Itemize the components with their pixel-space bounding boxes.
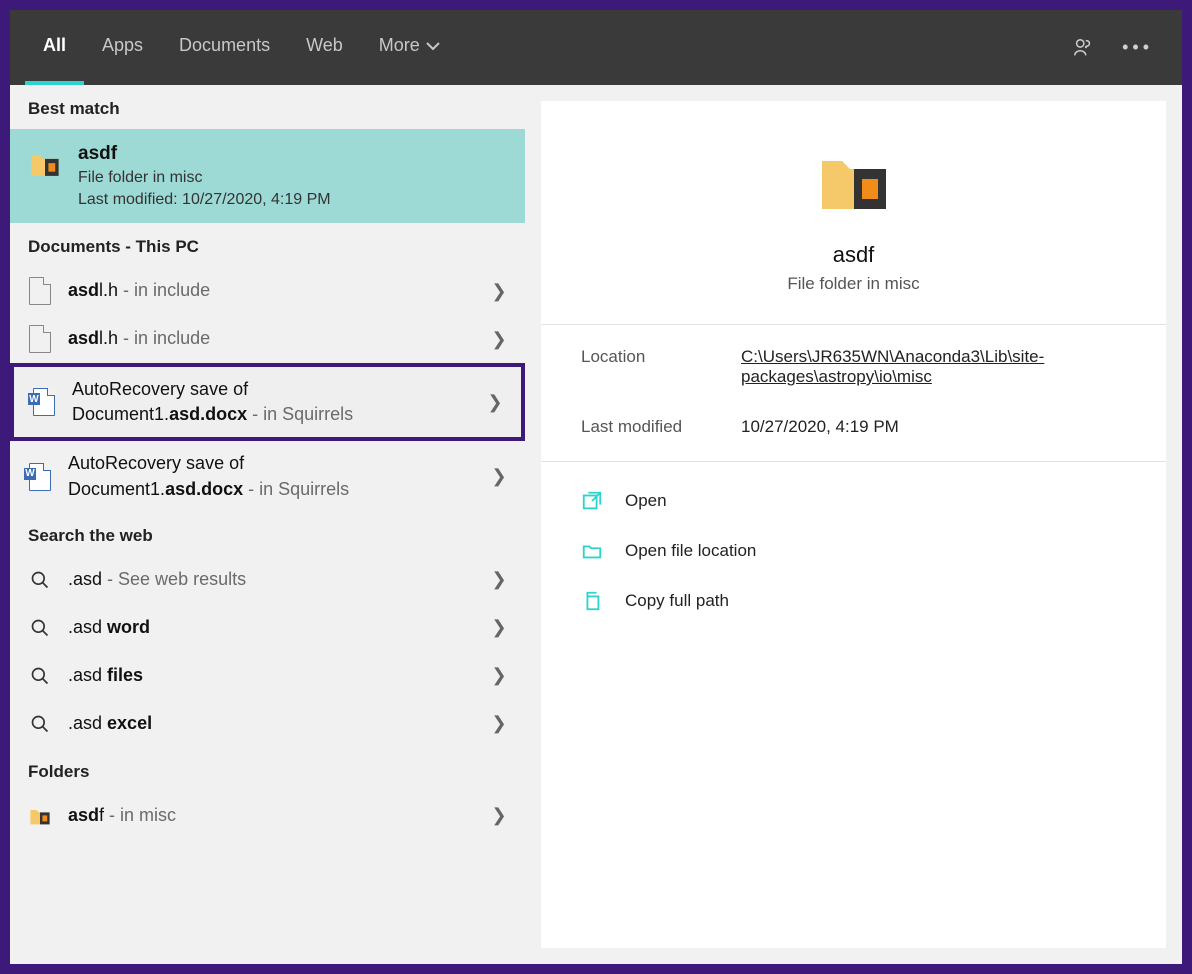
- tab-all[interactable]: All: [25, 10, 84, 85]
- copy-icon: [581, 590, 603, 612]
- result-label: asdl.h - in include: [68, 326, 473, 351]
- best-match-modified: Last modified: 10/27/2020, 4:19 PM: [78, 191, 331, 209]
- section-documents: Documents - This PC: [10, 223, 525, 267]
- tab-more-label: More: [379, 35, 420, 56]
- search-icon: [28, 710, 52, 738]
- modified-value: 10/27/2020, 4:19 PM: [741, 417, 1126, 437]
- file-icon: [28, 277, 52, 305]
- chevron-right-icon[interactable]: ❯: [485, 392, 505, 413]
- result-label: .asd word: [68, 615, 473, 640]
- section-best-match: Best match: [10, 85, 525, 129]
- result-label: asdl.h - in include: [68, 278, 473, 303]
- action-open[interactable]: Open: [581, 476, 1126, 526]
- folder-icon: [28, 147, 62, 181]
- search-icon: [28, 662, 52, 690]
- folder-result-item[interactable]: asdf - in misc ❯: [10, 792, 525, 840]
- location-value[interactable]: C:\Users\JR635WN\Anaconda3\Lib\site-pack…: [741, 347, 1126, 387]
- chevron-right-icon[interactable]: ❯: [489, 329, 509, 350]
- best-match-subtitle: File folder in misc: [78, 169, 331, 187]
- folder-icon: [28, 802, 52, 830]
- result-item[interactable]: asdl.h - in include ❯: [10, 267, 525, 315]
- tab-web[interactable]: Web: [288, 10, 361, 85]
- modified-label: Last modified: [581, 417, 741, 437]
- result-item[interactable]: AutoRecovery save of Document1.asd.docx …: [10, 441, 525, 511]
- tabs: All Apps Documents Web More: [25, 10, 458, 85]
- action-label: Open file location: [625, 541, 756, 561]
- web-result-item[interactable]: .asd files ❯: [10, 652, 525, 700]
- section-folders: Folders: [10, 748, 525, 792]
- chevron-right-icon[interactable]: ❯: [489, 617, 509, 638]
- folder-icon: [814, 141, 894, 221]
- chevron-right-icon[interactable]: ❯: [489, 281, 509, 302]
- chevron-right-icon[interactable]: ❯: [489, 569, 509, 590]
- word-file-icon: [28, 463, 52, 491]
- action-copy-path[interactable]: Copy full path: [581, 576, 1126, 626]
- result-label: asdf - in misc: [68, 803, 473, 828]
- preview-pane: asdf File folder in misc Location C:\Use…: [525, 85, 1182, 964]
- chevron-right-icon[interactable]: ❯: [489, 805, 509, 826]
- web-result-item[interactable]: .asd excel ❯: [10, 700, 525, 748]
- result-label: AutoRecovery save of Document1.asd.docx …: [68, 451, 473, 501]
- result-item[interactable]: asdl.h - in include ❯: [10, 315, 525, 363]
- chevron-right-icon[interactable]: ❯: [489, 466, 509, 487]
- result-label: .asd - See web results: [68, 567, 473, 592]
- folder-open-icon: [581, 540, 603, 562]
- chevron-right-icon[interactable]: ❯: [489, 665, 509, 686]
- result-label: .asd files: [68, 663, 473, 688]
- preview-title: asdf: [581, 242, 1126, 268]
- action-open-location[interactable]: Open file location: [581, 526, 1126, 576]
- open-icon: [581, 490, 603, 512]
- search-window: All Apps Documents Web More ••• Best mat…: [10, 10, 1182, 964]
- preview-subtitle: File folder in misc: [581, 274, 1126, 294]
- action-label: Copy full path: [625, 591, 729, 611]
- section-web: Search the web: [10, 512, 525, 556]
- results-pane: Best match asdf File folder in misc Last…: [10, 85, 525, 964]
- best-match-item[interactable]: asdf File folder in misc Last modified: …: [10, 129, 525, 223]
- top-bar: All Apps Documents Web More •••: [10, 10, 1182, 85]
- chevron-right-icon[interactable]: ❯: [489, 713, 509, 734]
- web-result-item[interactable]: .asd word ❯: [10, 604, 525, 652]
- more-options-icon[interactable]: •••: [1122, 37, 1153, 58]
- word-file-icon: [32, 388, 56, 416]
- result-label: AutoRecovery save of Document1.asd.docx …: [72, 377, 469, 427]
- action-label: Open: [625, 491, 667, 511]
- result-item-selected[interactable]: AutoRecovery save of Document1.asd.docx …: [10, 363, 525, 441]
- best-match-title: asdf: [78, 143, 331, 165]
- location-label: Location: [581, 347, 741, 387]
- chevron-down-icon: [426, 41, 440, 51]
- tab-documents[interactable]: Documents: [161, 10, 288, 85]
- web-result-item[interactable]: .asd - See web results ❯: [10, 556, 525, 604]
- search-icon: [28, 614, 52, 642]
- file-icon: [28, 325, 52, 353]
- result-label: .asd excel: [68, 711, 473, 736]
- tab-more[interactable]: More: [361, 10, 458, 85]
- tab-apps[interactable]: Apps: [84, 10, 161, 85]
- feedback-icon[interactable]: [1072, 37, 1094, 59]
- search-icon: [28, 566, 52, 594]
